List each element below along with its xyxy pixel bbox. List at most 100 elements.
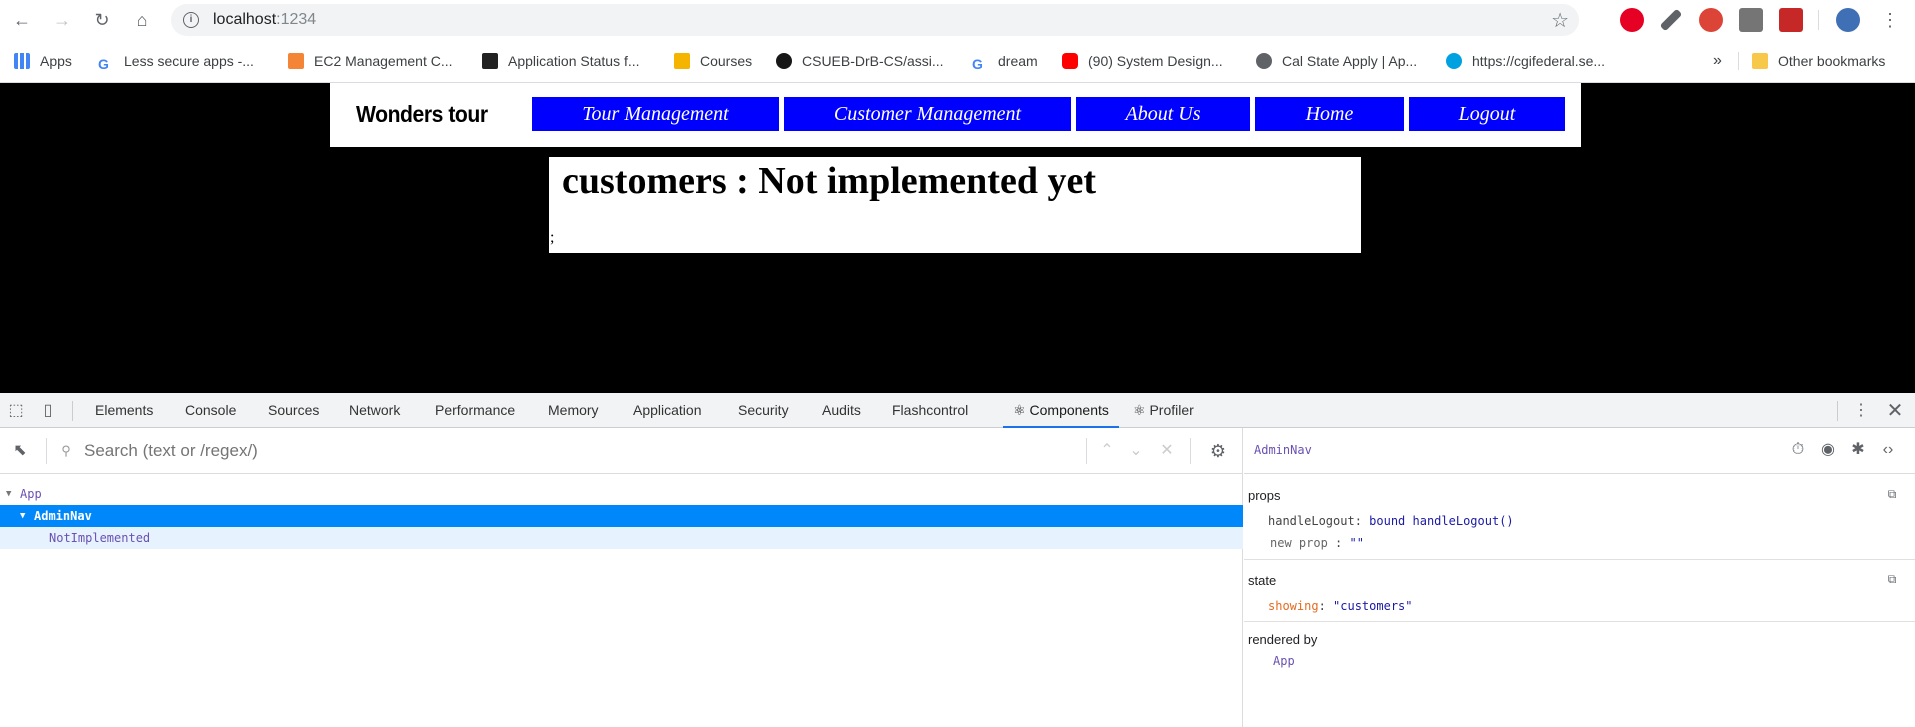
address-bar[interactable]: i localhost:1234 ☆ <box>171 4 1579 36</box>
google-icon: G <box>972 56 983 72</box>
nav-about-us[interactable]: About Us <box>1076 97 1250 131</box>
avatar[interactable] <box>1836 8 1860 32</box>
bookmark-label: (90) System Design... <box>1088 53 1223 69</box>
search-nav-divider <box>1086 438 1087 464</box>
bookmarks-divider <box>1738 52 1739 70</box>
bookmark-cgifederal[interactable]: https://cgifederal.se... <box>1446 49 1605 73</box>
tab-flashcontrol[interactable]: Flashcontrol <box>892 393 968 428</box>
not-implemented-panel: customers : Not implemented yet ; <box>549 157 1361 253</box>
page-heading: customers : Not implemented yet <box>562 160 1096 202</box>
select-component-icon[interactable]: ⬉ <box>10 441 30 461</box>
expand-triangle-icon[interactable]: ▼ <box>20 505 25 527</box>
nav-tour-management[interactable]: Tour Management <box>532 97 779 131</box>
stopwatch-icon[interactable]: ⏱ <box>1788 440 1808 460</box>
bookmark-dream[interactable]: Gdream <box>972 49 1038 73</box>
aws-cube-icon <box>288 53 304 69</box>
trailing-text: ; <box>550 229 555 246</box>
copy-props-icon[interactable]: ⧉ <box>1882 484 1902 504</box>
state-row-showing[interactable]: showing: "customers" <box>1268 599 1413 613</box>
search-divider <box>46 438 47 464</box>
folder-icon <box>1752 53 1768 69</box>
bug-icon[interactable]: ✱ <box>1848 440 1868 460</box>
next-result-icon[interactable]: ⌄ <box>1126 441 1146 461</box>
nav-logout[interactable]: Logout <box>1409 97 1565 131</box>
bookmark-label: Courses <box>700 53 753 69</box>
device-toolbar-icon[interactable]: ▯ <box>38 401 58 421</box>
home-icon[interactable]: ⌂ <box>130 8 154 32</box>
back-arrow-icon[interactable]: ← <box>10 8 34 32</box>
tab-network[interactable]: Network <box>349 393 400 428</box>
tab-elements[interactable]: Elements <box>95 393 153 428</box>
view-source-icon[interactable]: ‹› <box>1878 440 1898 460</box>
bookmark-ec2[interactable]: EC2 Management C... <box>288 49 453 73</box>
forward-arrow-icon[interactable]: → <box>50 8 74 32</box>
bookmark-apps[interactable]: Apps <box>14 49 72 73</box>
clear-search-icon[interactable]: ✕ <box>1157 441 1177 461</box>
prop-row-handlelogout[interactable]: handleLogout: bound handleLogout() <box>1268 514 1514 528</box>
rendered-by-app[interactable]: App <box>1273 654 1295 668</box>
shopping-bag-icon[interactable] <box>1739 8 1763 32</box>
bookmark-label: https://cgifederal.se... <box>1472 53 1606 69</box>
inspector-header: AdminNav ⏱ ◉ ✱ ‹› <box>1244 428 1915 474</box>
bookmark-application-status[interactable]: Application Status f... <box>482 49 640 73</box>
nav-home[interactable]: Home <box>1255 97 1404 131</box>
bookmarks-overflow[interactable]: » <box>1713 49 1722 73</box>
copy-state-icon[interactable]: ⧉ <box>1882 569 1902 589</box>
extension-grid-icon[interactable] <box>1779 8 1803 32</box>
bookmark-star-icon[interactable]: ☆ <box>1551 8 1569 33</box>
devtools-tabbar: ⬚ ▯ Elements Console Sources Network Per… <box>0 393 1915 428</box>
courses-icon <box>674 53 690 69</box>
tab-console[interactable]: Console <box>185 393 236 428</box>
expand-triangle-icon[interactable]: ▼ <box>6 483 11 505</box>
nav-customer-management[interactable]: Customer Management <box>784 97 1071 131</box>
bookmark-cal-state[interactable]: Cal State Apply | Ap... <box>1256 49 1417 73</box>
devtools-panel: ⬚ ▯ Elements Console Sources Network Per… <box>0 393 1915 727</box>
eyedropper-icon[interactable] <box>1659 8 1683 32</box>
state-colon: : <box>1318 599 1334 613</box>
google-icon: G <box>98 56 109 72</box>
tab-security[interactable]: Security <box>738 393 789 428</box>
tab-application[interactable]: Application <box>633 393 702 428</box>
devtools-menu-icon[interactable]: ⋮ <box>1851 401 1871 421</box>
tabbar-separator-right <box>1837 401 1838 421</box>
tab-components[interactable]: ⚛ Components <box>1003 393 1119 428</box>
tree-label: App <box>20 487 42 501</box>
tab-audits[interactable]: Audits <box>822 393 861 428</box>
tree-row-notimplemented[interactable]: NotImplemented <box>0 527 1243 549</box>
tree-row-app[interactable]: ▼ App <box>0 483 1243 505</box>
prop-value: "" <box>1349 536 1364 550</box>
admin-nav: Wonders tour Tour Management Customer Ma… <box>330 83 1581 147</box>
eye-icon[interactable]: ◉ <box>1818 440 1838 460</box>
toolbar-divider <box>1818 10 1819 30</box>
tab-sources[interactable]: Sources <box>268 393 319 428</box>
state-title: state <box>1248 573 1277 588</box>
tab-memory[interactable]: Memory <box>548 393 599 428</box>
bookmark-csueb[interactable]: CSUEB-DrB-CS/assi... <box>776 49 944 73</box>
menu-kebab-icon[interactable]: ⋮ <box>1878 8 1902 32</box>
tree-row-adminnav[interactable]: ▼ AdminNav <box>0 505 1243 527</box>
other-bookmarks[interactable]: Other bookmarks <box>1752 49 1885 73</box>
close-devtools-icon[interactable]: ✕ <box>1885 401 1905 421</box>
prop-row-new[interactable]: new prop : "" <box>1270 536 1364 550</box>
search-input[interactable] <box>84 438 984 464</box>
bookmark-label: dream <box>998 53 1038 69</box>
bookmark-label: Cal State Apply | Ap... <box>1282 53 1418 69</box>
prop-key: handleLogout <box>1268 514 1355 528</box>
props-divider <box>1244 559 1915 560</box>
tabbar-separator <box>72 401 73 421</box>
previous-result-icon[interactable]: ⌃ <box>1097 441 1117 461</box>
bookmark-system-design[interactable]: (90) System Design... <box>1062 49 1223 73</box>
inspect-element-icon[interactable]: ⬚ <box>6 401 26 421</box>
brand-title: Wonders tour <box>356 101 488 127</box>
settings-gear-icon[interactable]: ⚙ <box>1208 441 1228 461</box>
prop-colon: : <box>1327 536 1350 550</box>
tab-profiler[interactable]: ⚛ Profiler <box>1133 393 1194 428</box>
extension-red-icon[interactable] <box>1699 8 1723 32</box>
reload-icon[interactable]: ↻ <box>90 8 114 32</box>
info-icon[interactable]: i <box>183 12 199 28</box>
bookmark-courses[interactable]: Courses <box>674 49 752 73</box>
pinterest-icon[interactable] <box>1620 8 1644 32</box>
prop-key: new prop <box>1270 536 1328 550</box>
tab-performance[interactable]: Performance <box>435 393 515 428</box>
bookmark-less-secure[interactable]: G Less secure apps -... <box>98 49 254 73</box>
